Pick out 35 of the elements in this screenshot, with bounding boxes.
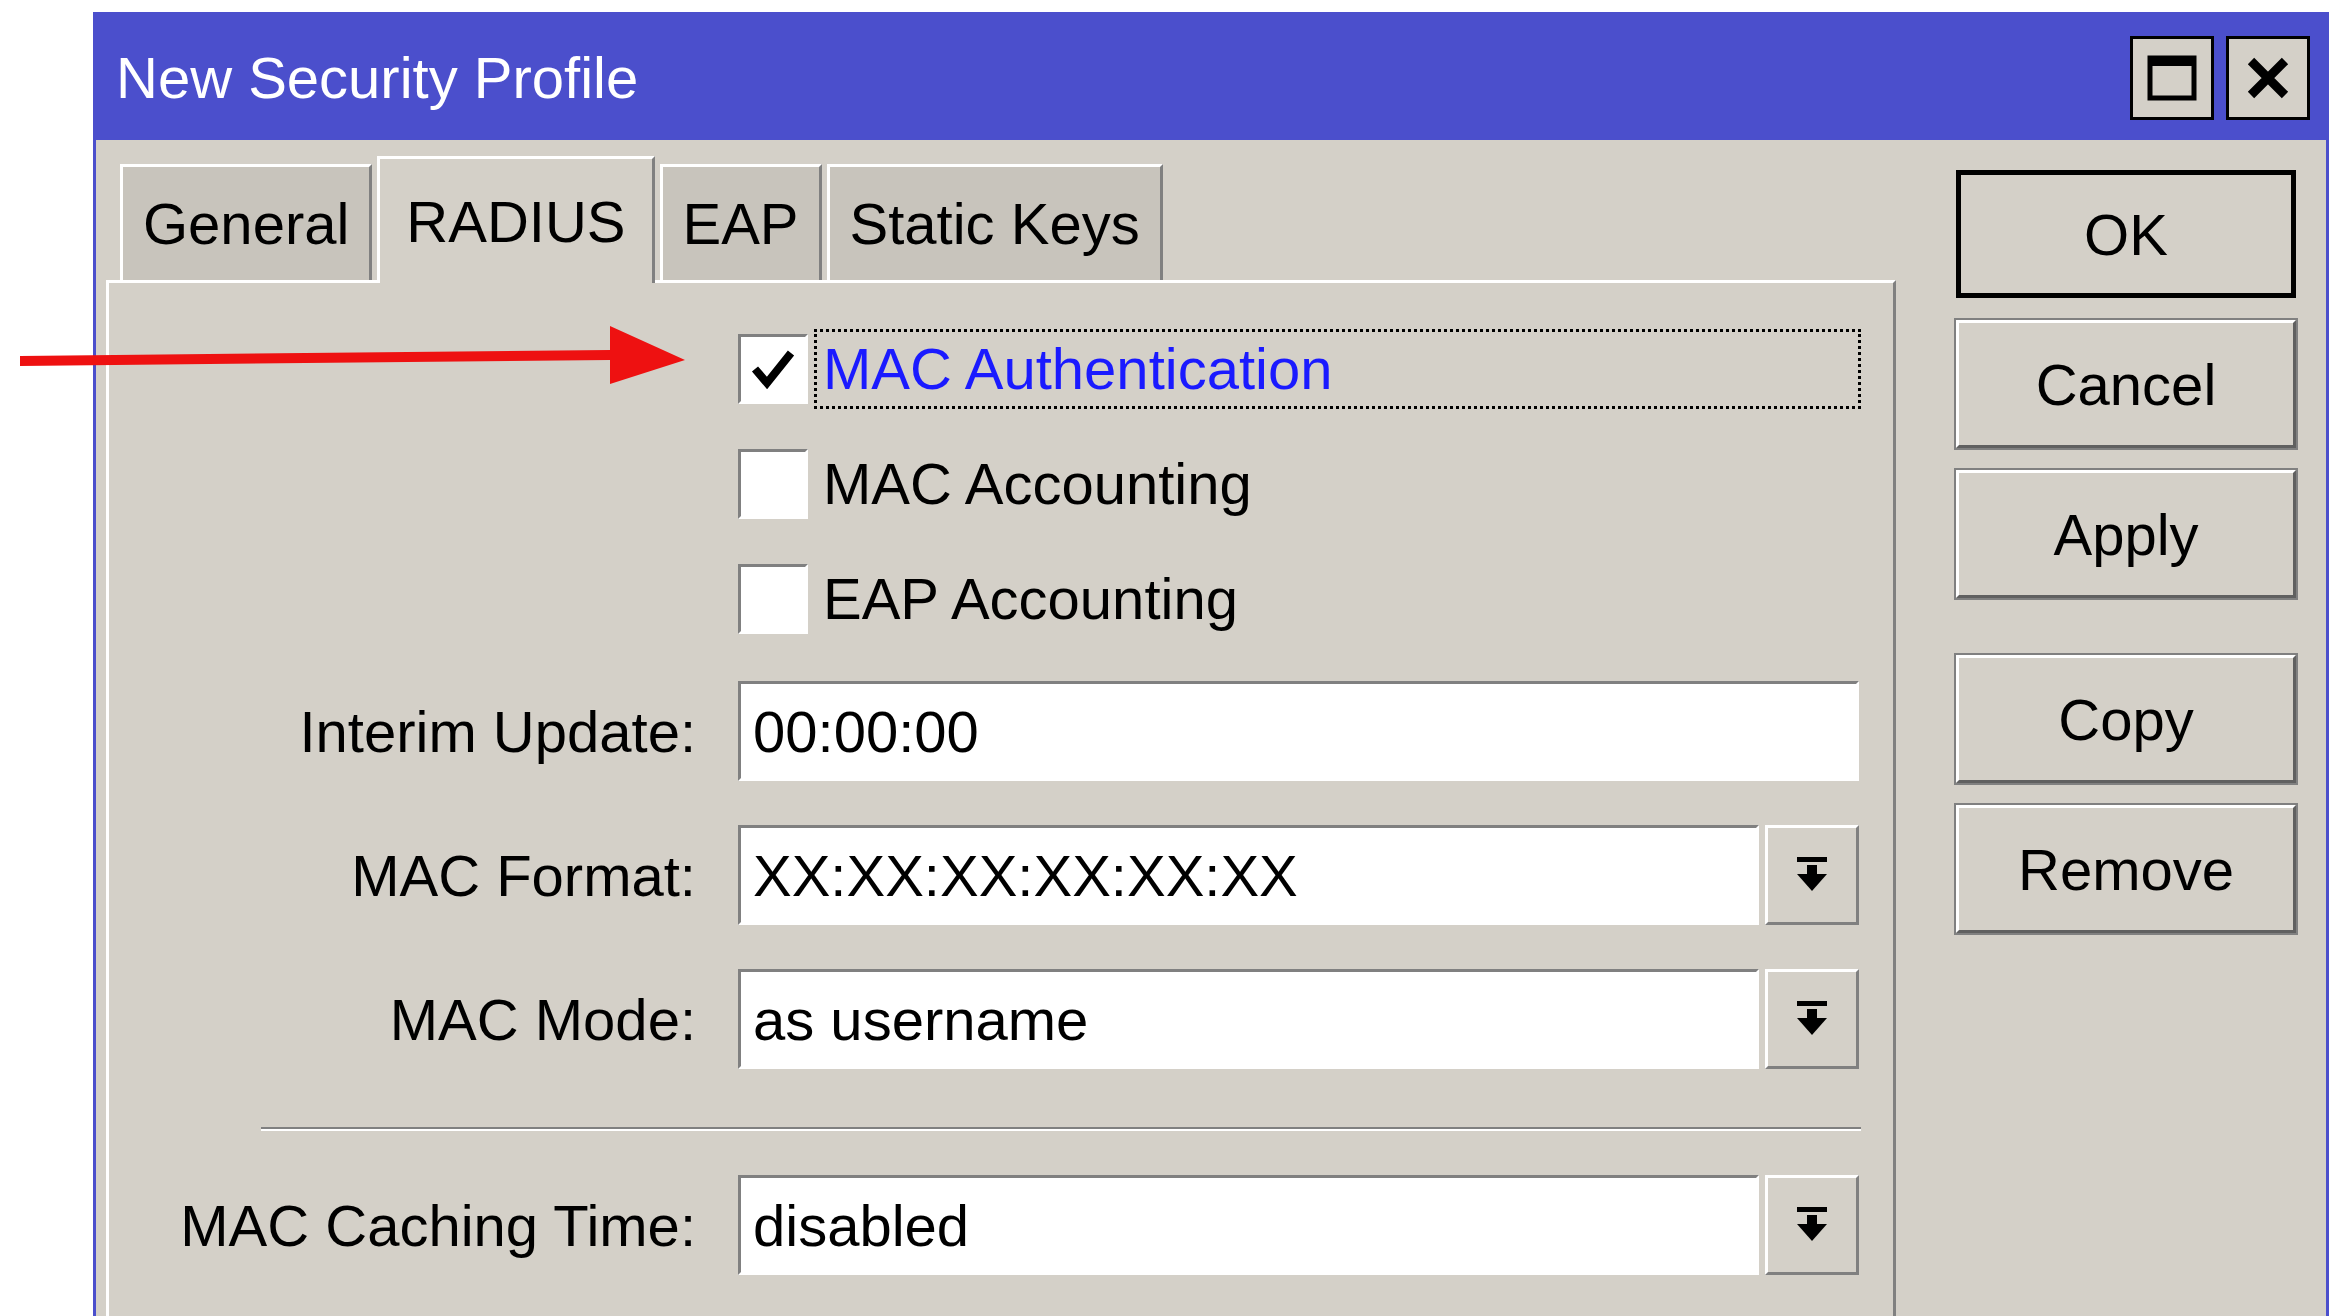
dropdown-button[interactable] — [1765, 969, 1859, 1069]
dialog-button[interactable]: Remove — [1956, 805, 2296, 933]
maximize-icon — [2147, 54, 2197, 101]
field-label: MAC Format: — [350, 841, 696, 910]
tab[interactable]: Static Keys — [826, 164, 1163, 280]
window-title: New Security Profile — [116, 44, 639, 112]
checkbox-label[interactable]: MAC Accounting — [814, 443, 1252, 524]
checkbox-label[interactable]: EAP Accounting — [814, 558, 1238, 639]
field-label: MAC Caching Time: — [179, 1191, 696, 1260]
input-field[interactable]: disabled — [738, 1175, 1759, 1275]
dialog-button[interactable]: Copy — [1956, 655, 2296, 783]
dropdown-button[interactable] — [1765, 825, 1859, 925]
dropdown-arrow-icon — [1797, 857, 1827, 893]
dropdown-arrow-icon — [1797, 1001, 1827, 1037]
maximize-button[interactable] — [2130, 35, 2214, 120]
dropdown-arrow-icon — [1797, 1207, 1827, 1243]
input-field[interactable]: 00:00:00 — [738, 681, 1859, 781]
dialog-button[interactable]: Cancel — [1956, 320, 2296, 448]
field-label: MAC Mode: — [388, 985, 696, 1054]
field-label: Interim Update: — [298, 697, 696, 766]
close-button[interactable] — [2226, 35, 2310, 120]
tab[interactable]: EAP — [659, 164, 822, 280]
checkbox[interactable] — [738, 448, 808, 519]
dialog-button[interactable]: Apply — [1956, 470, 2296, 598]
input-field[interactable]: as username — [738, 969, 1759, 1069]
dialog-button[interactable]: OK — [1956, 170, 2296, 298]
checkmark-icon — [751, 348, 795, 389]
tab[interactable]: RADIUS — [377, 156, 655, 283]
checkbox-label[interactable]: MAC Authentication — [814, 328, 1861, 409]
dropdown-button[interactable] — [1765, 1175, 1859, 1275]
close-icon — [2246, 55, 2290, 100]
checkbox[interactable] — [738, 563, 808, 634]
checkbox[interactable] — [738, 333, 808, 404]
tab[interactable]: General — [120, 164, 373, 280]
input-field[interactable]: XX:XX:XX:XX:XX:XX — [738, 825, 1759, 925]
